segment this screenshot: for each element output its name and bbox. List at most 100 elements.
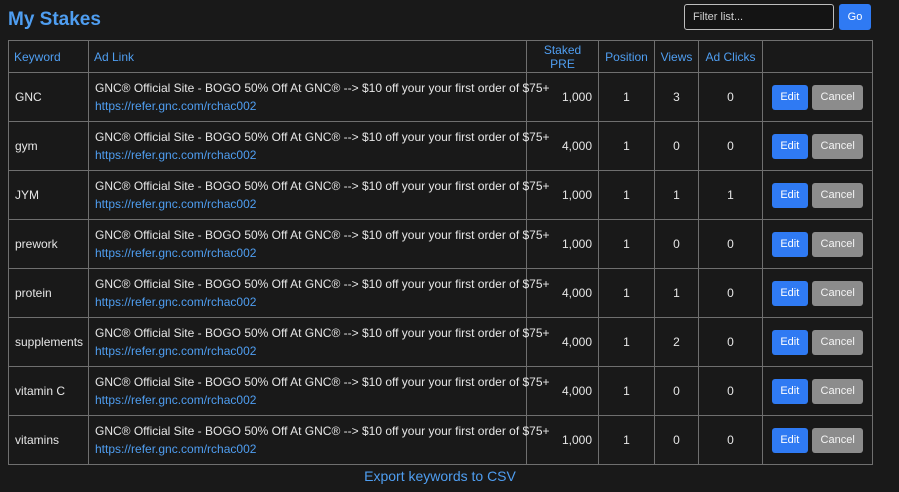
position-cell: 1: [598, 72, 655, 122]
column-header-ad-clicks[interactable]: Ad Clicks: [698, 40, 763, 73]
table-row: gym GNC® Official Site - BOGO 50% Off At…: [8, 121, 873, 171]
staked-pre-cell: 4,000: [526, 366, 599, 416]
cancel-button[interactable]: Cancel: [812, 329, 864, 355]
ad-url-link[interactable]: https://refer.gnc.com/rchac002: [95, 391, 520, 409]
edit-button[interactable]: Edit: [771, 280, 808, 306]
table-row: vitamins GNC® Official Site - BOGO 50% O…: [8, 415, 873, 465]
ad-text: GNC® Official Site - BOGO 50% Off At GNC…: [95, 228, 550, 242]
actions-cell: Edit Cancel: [762, 121, 873, 171]
keyword-cell: vitamin C: [8, 366, 89, 416]
views-cell: 0: [654, 366, 699, 416]
ad-clicks-cell: 0: [698, 415, 763, 465]
table-row: JYM GNC® Official Site - BOGO 50% Off At…: [8, 170, 873, 220]
ad-link-cell: GNC® Official Site - BOGO 50% Off At GNC…: [88, 317, 550, 367]
column-header-keyword[interactable]: Keyword: [8, 40, 89, 73]
staked-pre-cell: 1,000: [526, 170, 599, 220]
ad-clicks-cell: 0: [698, 317, 763, 367]
ad-clicks-cell: 0: [698, 72, 763, 122]
page-title: My Stakes: [8, 9, 101, 30]
column-header-staked-pre[interactable]: Staked PRE: [526, 40, 599, 73]
staked-pre-cell: 4,000: [526, 268, 599, 318]
stakes-table: Keyword Ad Link Staked PRE Position View…: [8, 40, 873, 465]
actions-cell: Edit Cancel: [762, 170, 873, 220]
ad-text: GNC® Official Site - BOGO 50% Off At GNC…: [95, 326, 550, 340]
table-body: GNC GNC® Official Site - BOGO 50% Off At…: [8, 72, 873, 465]
ad-link-cell: GNC® Official Site - BOGO 50% Off At GNC…: [88, 415, 550, 465]
position-cell: 1: [598, 121, 655, 171]
ad-clicks-cell: 0: [698, 219, 763, 269]
column-header-position[interactable]: Position: [598, 40, 655, 73]
position-cell: 1: [598, 415, 655, 465]
staked-pre-cell: 1,000: [526, 415, 599, 465]
views-cell: 1: [654, 268, 699, 318]
table-row: vitamin C GNC® Official Site - BOGO 50% …: [8, 366, 873, 416]
ad-link-cell: GNC® Official Site - BOGO 50% Off At GNC…: [88, 268, 550, 318]
position-cell: 1: [598, 317, 655, 367]
ad-text: GNC® Official Site - BOGO 50% Off At GNC…: [95, 424, 550, 438]
ad-link-cell: GNC® Official Site - BOGO 50% Off At GNC…: [88, 72, 550, 122]
ad-url-link[interactable]: https://refer.gnc.com/rchac002: [95, 146, 520, 164]
keyword-cell: GNC: [8, 72, 89, 122]
export-csv-link[interactable]: Export keywords to CSV: [0, 468, 880, 484]
ad-url-link[interactable]: https://refer.gnc.com/rchac002: [95, 97, 520, 115]
ad-text: GNC® Official Site - BOGO 50% Off At GNC…: [95, 179, 550, 193]
keyword-cell: gym: [8, 121, 89, 171]
ad-text: GNC® Official Site - BOGO 50% Off At GNC…: [95, 81, 550, 95]
my-stakes-page: My Stakes Go Keyword Ad Link Staked PRE …: [0, 0, 899, 492]
column-header-actions: [762, 40, 873, 73]
views-cell: 0: [654, 121, 699, 171]
table-header-row: Keyword Ad Link Staked PRE Position View…: [8, 40, 873, 73]
cancel-button[interactable]: Cancel: [812, 378, 864, 404]
position-cell: 1: [598, 268, 655, 318]
keyword-cell: supplements: [8, 317, 89, 367]
cancel-button[interactable]: Cancel: [812, 231, 864, 257]
views-cell: 0: [654, 219, 699, 269]
column-header-ad-link[interactable]: Ad Link: [88, 40, 527, 73]
go-button[interactable]: Go: [839, 4, 871, 30]
views-cell: 0: [654, 415, 699, 465]
ad-text: GNC® Official Site - BOGO 50% Off At GNC…: [95, 130, 550, 144]
cancel-button[interactable]: Cancel: [812, 182, 864, 208]
table-row: GNC GNC® Official Site - BOGO 50% Off At…: [8, 72, 873, 122]
staked-pre-cell: 1,000: [526, 72, 599, 122]
actions-cell: Edit Cancel: [762, 415, 873, 465]
edit-button[interactable]: Edit: [771, 182, 808, 208]
ad-url-link[interactable]: https://refer.gnc.com/rchac002: [95, 195, 520, 213]
edit-button[interactable]: Edit: [771, 329, 808, 355]
actions-cell: Edit Cancel: [762, 317, 873, 367]
ad-url-link[interactable]: https://refer.gnc.com/rchac002: [95, 342, 520, 360]
ad-url-link[interactable]: https://refer.gnc.com/rchac002: [95, 293, 520, 311]
views-cell: 2: [654, 317, 699, 367]
table-row: protein GNC® Official Site - BOGO 50% Of…: [8, 268, 873, 318]
ad-url-link[interactable]: https://refer.gnc.com/rchac002: [95, 244, 520, 262]
cancel-button[interactable]: Cancel: [812, 280, 864, 306]
views-cell: 3: [654, 72, 699, 122]
ad-url-link[interactable]: https://refer.gnc.com/rchac002: [95, 440, 520, 458]
actions-cell: Edit Cancel: [762, 219, 873, 269]
cancel-button[interactable]: Cancel: [812, 84, 864, 110]
ad-clicks-cell: 1: [698, 170, 763, 220]
filter-input[interactable]: [684, 4, 834, 30]
position-cell: 1: [598, 366, 655, 416]
edit-button[interactable]: Edit: [771, 231, 808, 257]
edit-button[interactable]: Edit: [771, 427, 808, 453]
edit-button[interactable]: Edit: [771, 133, 808, 159]
edit-button[interactable]: Edit: [771, 84, 808, 110]
keyword-cell: JYM: [8, 170, 89, 220]
table-row: prework GNC® Official Site - BOGO 50% Of…: [8, 219, 873, 269]
edit-button[interactable]: Edit: [771, 378, 808, 404]
cancel-button[interactable]: Cancel: [812, 427, 864, 453]
cancel-button[interactable]: Cancel: [812, 133, 864, 159]
column-header-views[interactable]: Views: [654, 40, 699, 73]
ad-link-cell: GNC® Official Site - BOGO 50% Off At GNC…: [88, 366, 550, 416]
ad-clicks-cell: 0: [698, 121, 763, 171]
keyword-cell: prework: [8, 219, 89, 269]
actions-cell: Edit Cancel: [762, 366, 873, 416]
ad-link-cell: GNC® Official Site - BOGO 50% Off At GNC…: [88, 121, 550, 171]
table-row: supplements GNC® Official Site - BOGO 50…: [8, 317, 873, 367]
keyword-cell: vitamins: [8, 415, 89, 465]
actions-cell: Edit Cancel: [762, 72, 873, 122]
staked-pre-cell: 4,000: [526, 317, 599, 367]
keyword-cell: protein: [8, 268, 89, 318]
ad-clicks-cell: 0: [698, 366, 763, 416]
